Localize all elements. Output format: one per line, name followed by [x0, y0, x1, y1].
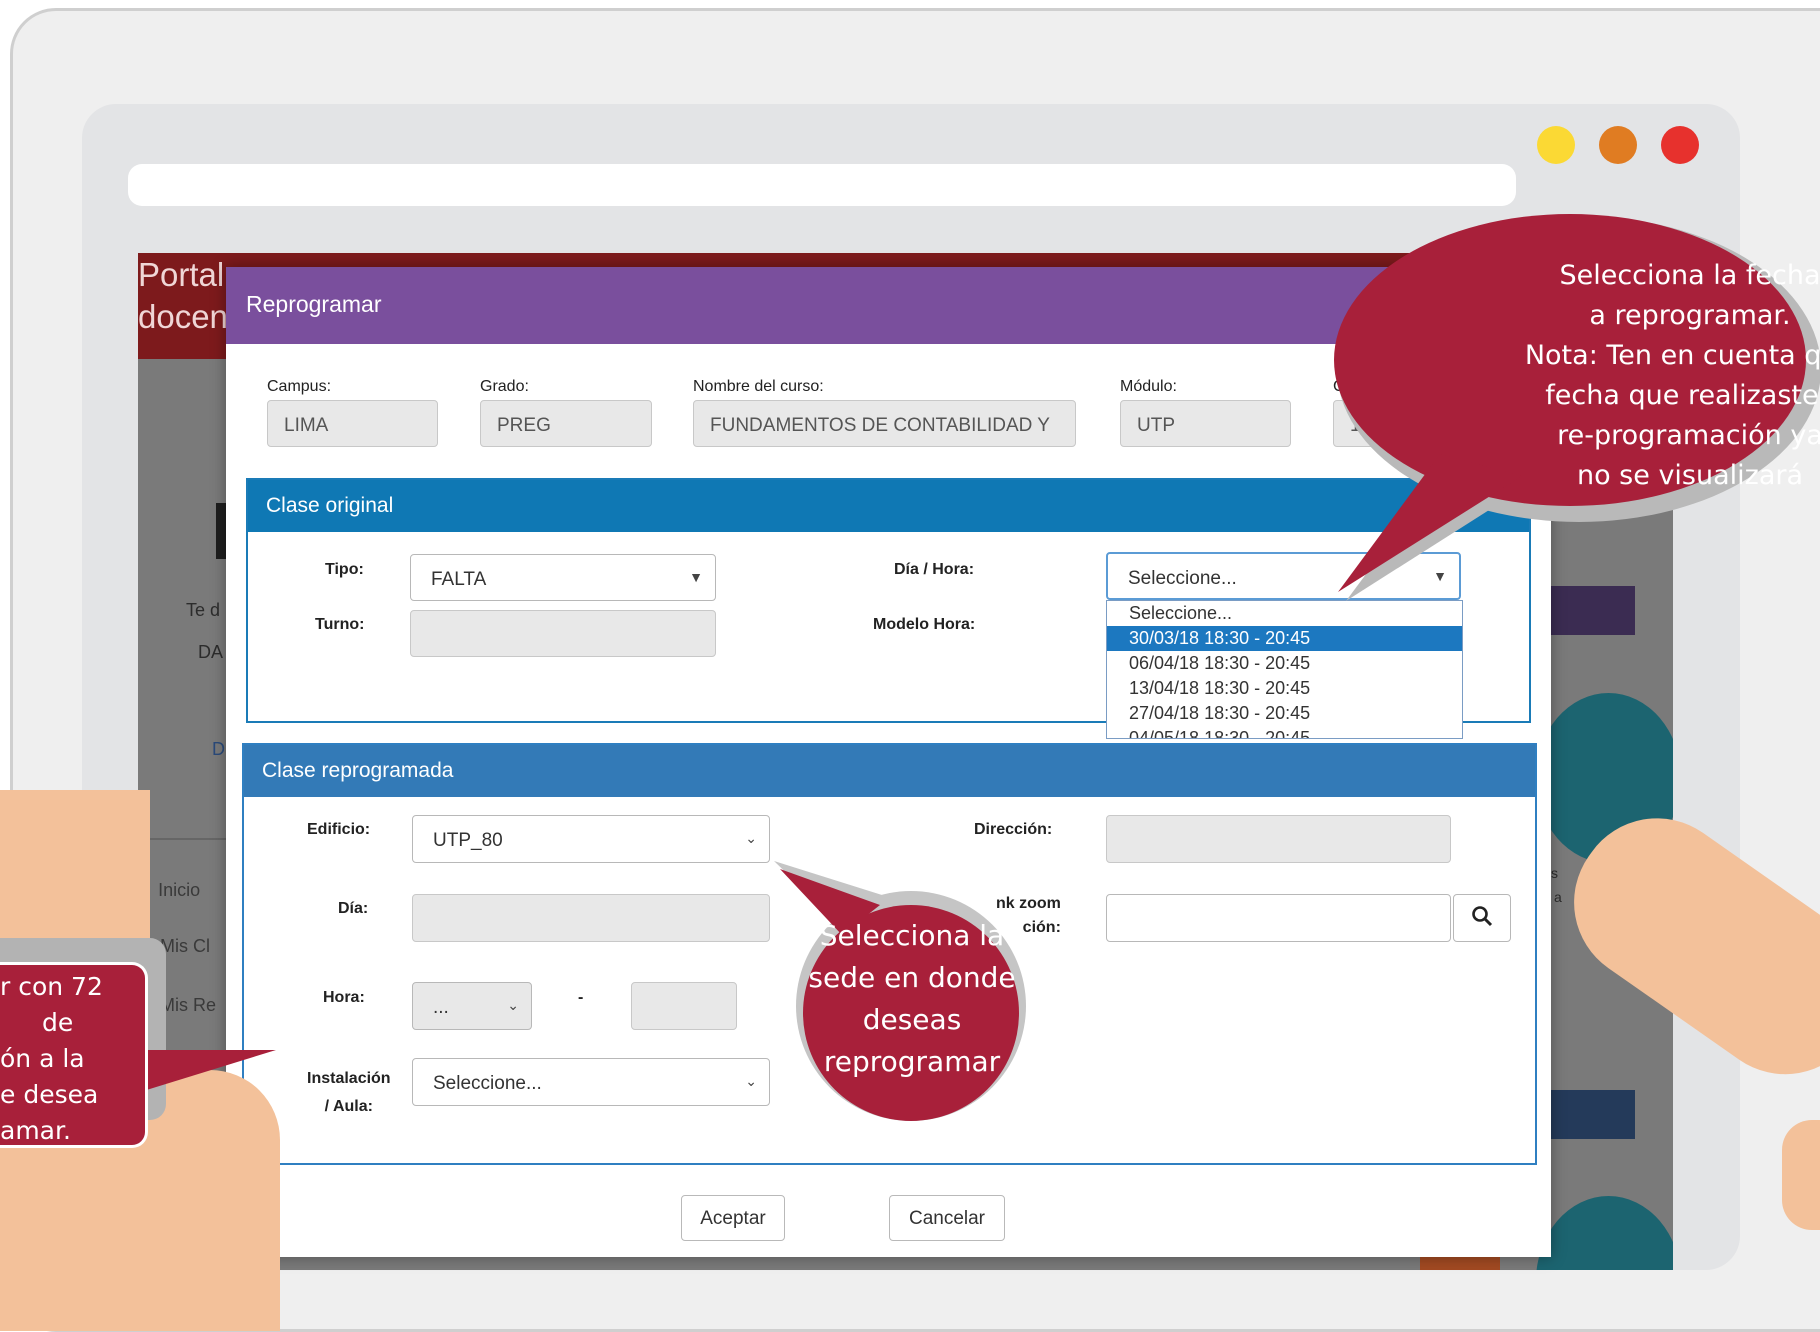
campus-field: LIMA [267, 400, 438, 447]
welcome-link: D [212, 739, 225, 759]
callout-line: Selecciona la [819, 919, 1005, 952]
edificio-select[interactable]: UTP_80 ⌄ [412, 815, 770, 863]
turno-label: Turno: [315, 616, 365, 633]
grado-field: PREG [480, 400, 652, 447]
campus-label: Campus: [267, 378, 332, 395]
instalacion-label: Instalación / Aula: [307, 1065, 391, 1121]
welcome-text: Te d [186, 600, 221, 620]
clase-reprogramada-header: Clase reprogramada [244, 745, 1535, 797]
hora-separator: - [578, 989, 584, 1006]
instalacion-select-value: Seleccione... [433, 1073, 542, 1094]
search-icon [1472, 906, 1493, 927]
callout-line: e desea [0, 1080, 99, 1109]
callout-line: r con 72 [0, 972, 103, 1001]
modelo-hora-label: Modelo Hora: [873, 616, 976, 633]
caret-down-icon: ▼ [689, 569, 703, 585]
instalacion-label-line2: / Aula: [324, 1098, 373, 1115]
instalacion-label-line1: Instalación [307, 1070, 391, 1087]
edificio-select-value: UTP_80 [433, 830, 503, 851]
cancelar-button[interactable]: Cancelar [889, 1195, 1005, 1241]
dashboard-text-a: a [1554, 889, 1562, 905]
app-title: Portal [138, 256, 225, 293]
right-hand-fingers [1782, 1120, 1820, 1230]
minimize-dot-icon[interactable] [1537, 126, 1575, 164]
dia-label: Día: [338, 900, 369, 917]
instalacion-select[interactable]: Seleccione... ⌄ [412, 1058, 770, 1106]
callout-line: amar. [0, 1116, 71, 1145]
left-callout-box: r con 72 de ón a la e desea amar. [0, 962, 148, 1148]
hora-fin-field [631, 982, 737, 1030]
callout-line: sede en donde [808, 961, 1016, 994]
dropdown-option[interactable]: 13/04/18 18:30 - 20:45 [1107, 676, 1462, 701]
dia-field [412, 894, 770, 942]
direccion-label: Dirección: [974, 821, 1053, 838]
tipo-label: Tipo: [325, 561, 364, 578]
grado-label: Grado: [480, 378, 529, 395]
direccion-field [1106, 815, 1451, 863]
curso-label: Nombre del curso: [693, 378, 824, 395]
tipo-select-value: FALTA [431, 569, 487, 590]
callout-line: a reprogramar. [1589, 300, 1791, 331]
sidebar-divider [138, 838, 228, 840]
hora-select-value: ... [433, 997, 449, 1018]
chevron-down-icon: ⌄ [507, 997, 519, 1013]
callout-line: deseas [862, 1003, 962, 1036]
app-subtitle: docen [138, 298, 228, 335]
address-bar[interactable] [128, 164, 1516, 206]
welcome-name: DA [198, 642, 224, 662]
chevron-down-icon: ⌄ [745, 1073, 757, 1089]
sidebar-item-label: Mis Cl [160, 936, 211, 956]
turno-field [410, 610, 716, 657]
dropdown-option[interactable]: 06/04/18 18:30 - 20:45 [1107, 651, 1462, 676]
close-dot-icon[interactable] [1661, 126, 1699, 164]
dia-hora-label: Día / Hora: [894, 561, 975, 578]
search-button[interactable] [1453, 894, 1511, 942]
callout-line: Selecciona la fecha [1559, 260, 1820, 291]
dropdown-option-selected[interactable]: 30/03/18 18:30 - 20:45 [1107, 626, 1462, 651]
chevron-down-icon: ⌄ [745, 830, 757, 846]
callout-line: reprogramar [823, 1045, 1001, 1078]
callout-line: de [42, 1008, 74, 1037]
link-zoom-input[interactable] [1106, 894, 1451, 942]
sidebar-item-label: Inicio [158, 880, 201, 900]
callout-line: Nota: Ten en cuenta que [1524, 340, 1820, 371]
curso-field: FUNDAMENTOS DE CONTABILIDAD Y [693, 400, 1076, 447]
modulo-label: Módulo: [1120, 378, 1177, 395]
callout-line: ón a la [0, 1044, 85, 1073]
dashboard-text-s: s [1551, 865, 1558, 881]
tipo-select[interactable]: FALTA ▼ [410, 554, 716, 601]
middle-callout-text: Selecciona la sede en donde deseas repro… [790, 915, 1034, 1083]
aceptar-button[interactable]: Aceptar [681, 1195, 785, 1241]
modulo-field: UTP [1120, 400, 1291, 447]
dropdown-option[interactable]: 04/05/18 18:30 - 20:45 [1107, 726, 1462, 738]
callout-line: no se visualizará [1576, 460, 1804, 491]
modal-title: Reprogramar [246, 291, 382, 317]
hora-label: Hora: [323, 989, 365, 1006]
left-callout-pointer [140, 1050, 276, 1092]
dropdown-option[interactable]: 27/04/18 18:30 - 20:45 [1107, 701, 1462, 726]
maximize-dot-icon[interactable] [1599, 126, 1637, 164]
dia-hora-select-value: Seleccione... [1128, 568, 1237, 589]
sidebar-item-mis-reprogramaciones[interactable]: Mis Re [160, 995, 216, 1016]
hora-select[interactable]: ... ⌄ [412, 982, 532, 1030]
right-callout-text: Selecciona la fecha a reprogramar. Nota:… [1490, 256, 1820, 496]
dia-hora-dropdown[interactable]: Seleccione... 30/03/18 18:30 - 20:45 06/… [1106, 600, 1463, 739]
edificio-label: Edificio: [307, 821, 371, 838]
callout-line: fecha que realizaste l [1545, 380, 1820, 411]
callout-line: re-programación ya [1557, 420, 1820, 451]
left-callout-text: r con 72 de ón a la e desea amar. [0, 965, 145, 1149]
